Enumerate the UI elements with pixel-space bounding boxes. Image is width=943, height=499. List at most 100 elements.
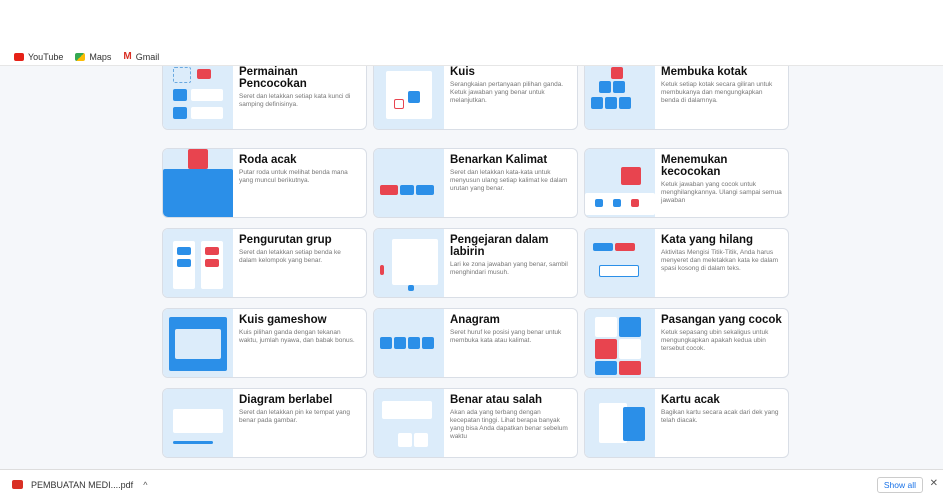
thumbnail-shape (619, 361, 641, 375)
thumbnail-shape (613, 199, 621, 207)
template-title: Diagram berlabel (239, 394, 333, 406)
thumbnail-shape (173, 67, 191, 83)
template-description: Seret huruf ke posisi yang benar untuk m… (450, 329, 562, 344)
thumbnail-shape (615, 243, 635, 251)
template-text: Permainan Pencocokan Seret dan letakkan s… (233, 66, 366, 129)
template-card[interactable]: Kuis Serangkaian pertanyaan pilihan ganda… (373, 66, 578, 130)
thumbnail-shape (599, 81, 611, 93)
thumbnail-shape (623, 407, 645, 441)
close-icon[interactable]: ✕ (930, 478, 938, 489)
template-thumbnail (585, 149, 655, 217)
template-thumbnail (585, 66, 655, 129)
bookmark-youtube[interactable]: YouTube (14, 52, 63, 62)
thumbnail-shape (191, 89, 223, 101)
template-card[interactable]: Kartu acak Bagikan kartu secara acak dari… (584, 388, 789, 458)
template-title: Kartu acak (661, 394, 720, 406)
template-card[interactable]: Anagram Seret huruf ke posisi yang benar … (373, 308, 578, 378)
template-text: Kuis gameshow Kuis pilihan ganda dengan t… (233, 309, 366, 377)
template-title: Kuis gameshow (239, 314, 327, 326)
template-description: Seret dan letakkan setiap kata kunci di … (239, 93, 351, 108)
template-text: Diagram berlabel Seret dan letakkan pin k… (233, 389, 366, 457)
template-description: Putar roda untuk melihat benda mana yang… (239, 169, 348, 184)
thumbnail-shape (595, 361, 617, 375)
template-description: Serangkaian pertanyaan pilihan ganda. Ke… (450, 81, 564, 104)
template-text: Membuka kotak Ketuk setiap kotak secara g… (655, 66, 788, 129)
thumbnail-shape (188, 149, 208, 169)
thumbnail-shape (177, 259, 191, 267)
template-text: Kuis Serangkaian pertanyaan pilihan ganda… (444, 66, 577, 129)
template-card[interactable]: Menemukan kecocokan Ketuk jawaban yang co… (584, 148, 789, 218)
template-description: Kuis pilihan ganda dengan tekanan waktu,… (239, 329, 355, 344)
template-title: Membuka kotak (661, 66, 748, 78)
bookmark-gmail[interactable]: M Gmail (123, 50, 159, 62)
template-thumbnail (163, 309, 233, 377)
template-card[interactable]: Benar atau salah Akan ada yang terbang de… (373, 388, 578, 458)
template-text: Kata yang hilang Aktivitas Mengisi Titik-… (655, 229, 788, 297)
template-description: Bagikan kartu secara acak dari dek yang … (661, 409, 779, 424)
template-card[interactable]: Benarkan Kalimat Seret dan letakkan kata-… (373, 148, 578, 218)
thumbnail-shape (408, 91, 420, 103)
thumbnail-shape (414, 433, 428, 447)
downloads-bar: PEMBUATAN MEDI....pdf ^ Show all ✕ (0, 469, 943, 499)
template-description: Seret dan letakkan kata-kata untuk menyu… (450, 169, 568, 192)
template-card[interactable]: Kata yang hilang Aktivitas Mengisi Titik-… (584, 228, 789, 298)
template-card[interactable]: Membuka kotak Ketuk setiap kotak secara g… (584, 66, 789, 130)
template-card[interactable]: Permainan Pencocokan Seret dan letakkan s… (162, 66, 367, 130)
template-thumbnail (374, 66, 444, 129)
template-gallery: Permainan Pencocokan Seret dan letakkan s… (0, 66, 943, 469)
template-thumbnail (163, 66, 233, 129)
template-thumbnail (374, 389, 444, 457)
chevron-up-icon[interactable]: ^ (143, 480, 147, 490)
thumbnail-shape (380, 337, 392, 349)
bookmark-maps[interactable]: Maps (75, 52, 111, 62)
thumbnail-shape (611, 67, 623, 79)
template-title: Kuis (450, 66, 475, 78)
template-card[interactable]: Diagram berlabel Seret dan letakkan pin k… (162, 388, 367, 458)
thumbnail-shape (380, 265, 384, 275)
thumbnail-shape (605, 97, 617, 109)
show-all-button[interactable]: Show all (876, 477, 923, 493)
template-title: Permainan Pencocokan (239, 66, 307, 90)
thumbnail-shape (593, 243, 613, 251)
template-text: Kartu acak Bagikan kartu secara acak dari… (655, 389, 788, 457)
thumbnail-shape (173, 409, 223, 433)
thumbnail-shape (177, 247, 191, 255)
template-thumbnail (585, 309, 655, 377)
template-thumbnail (585, 229, 655, 297)
bookmarks-bar: YouTube Maps M Gmail (0, 48, 943, 66)
download-item[interactable]: PEMBUATAN MEDI....pdf (31, 480, 133, 490)
thumbnail-shape (619, 317, 641, 337)
thumbnail-shape (613, 81, 625, 93)
template-thumbnail (374, 149, 444, 217)
template-text: Roda acak Putar roda untuk melihat benda … (233, 149, 366, 217)
template-title: Pasangan yang cocok (661, 314, 782, 326)
template-card[interactable]: Kuis gameshow Kuis pilihan ganda dengan t… (162, 308, 367, 378)
template-card[interactable]: Pengurutan grup Seret dan letakkan setiap… (162, 228, 367, 298)
template-description: Ketuk jawaban yang cocok untuk menghilan… (661, 181, 782, 204)
thumbnail-shape (599, 265, 639, 277)
template-text: Pengurutan grup Seret dan letakkan setiap… (233, 229, 366, 297)
bookmark-label: Maps (89, 51, 112, 62)
template-description: Ketuk setiap kotak secara giliran untuk … (661, 81, 773, 104)
thumbnail-shape (173, 107, 187, 119)
template-card[interactable]: Pengejaran dalam labirin Lari ke zona jaw… (373, 228, 578, 298)
thumbnail-shape (394, 99, 404, 109)
template-title: Roda acak (239, 154, 297, 166)
thumbnail-shape (205, 259, 219, 267)
thumbnail-shape (408, 337, 420, 349)
template-thumbnail (374, 229, 444, 297)
thumbnail-shape (591, 97, 603, 109)
template-card[interactable]: Pasangan yang cocok Ketuk sepasang ubin s… (584, 308, 789, 378)
thumbnail-shape (392, 239, 438, 285)
template-text: Pasangan yang cocok Ketuk sepasang ubin s… (655, 309, 788, 377)
youtube-icon (14, 52, 24, 61)
thumbnail-shape (173, 441, 213, 444)
template-title: Benar atau salah (450, 394, 543, 406)
gmail-icon: M (123, 50, 132, 62)
template-card[interactable]: Roda acak Putar roda untuk melihat benda … (162, 148, 367, 218)
template-text: Benar atau salah Akan ada yang terbang de… (444, 389, 577, 457)
template-description: Akan ada yang terbang dengan kecepatan t… (450, 409, 568, 440)
template-thumbnail (374, 309, 444, 377)
thumbnail-shape (398, 433, 412, 447)
thumbnail-shape (619, 97, 631, 109)
